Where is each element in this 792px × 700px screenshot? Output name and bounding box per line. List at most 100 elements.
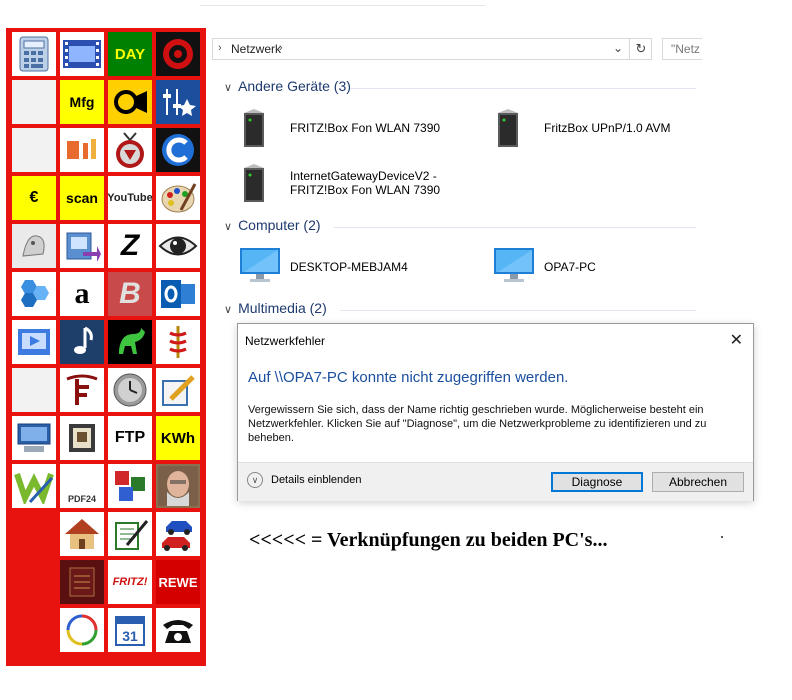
cars-shortcut[interactable]	[156, 512, 200, 556]
calculator-icon	[19, 36, 49, 72]
youtube-shortcut[interactable]: YouTube	[108, 176, 152, 220]
device-name[interactable]: FRITZ!Box Fon WLAN 7390	[290, 121, 440, 135]
scan-shortcut[interactable]: scan	[60, 176, 104, 220]
rewe-shortcut[interactable]: REWE	[156, 560, 200, 604]
computer-shortcut[interactable]	[12, 416, 56, 460]
media-shortcut[interactable]	[12, 320, 56, 364]
gimp-shortcut[interactable]	[12, 224, 56, 268]
group-header-other-devices[interactable]: ∨ Andere Geräte (3)	[224, 78, 351, 94]
home-shortcut[interactable]	[60, 512, 104, 556]
computer-name[interactable]: DESKTOP-MEBJAM4	[290, 260, 408, 274]
phone-shortcut[interactable]	[156, 608, 200, 652]
media-player-icon	[18, 329, 50, 355]
collapse-chevron-icon[interactable]: ∨	[224, 220, 232, 233]
music-shortcut[interactable]	[60, 320, 104, 364]
group-header-computer[interactable]: ∨ Computer (2)	[224, 217, 321, 233]
euro-shortcut[interactable]: €	[12, 176, 56, 220]
chevron-down-icon[interactable]: ∨	[247, 472, 263, 488]
b-label: B	[119, 277, 141, 310]
device-name[interactable]: InternetGatewayDeviceV2 -	[290, 169, 437, 183]
eye-icon	[158, 236, 198, 256]
office-icon	[67, 139, 96, 159]
dino-shortcut[interactable]	[108, 320, 152, 364]
computer-icon[interactable]	[238, 246, 282, 291]
book-shortcut[interactable]	[60, 560, 104, 604]
sync-shortcut[interactable]	[60, 608, 104, 652]
video-shortcut[interactable]	[60, 32, 104, 76]
collapse-chevron-icon[interactable]: ∨	[224, 81, 232, 94]
film-strip-icon	[63, 40, 101, 68]
refresh-icon[interactable]: ↻	[629, 39, 652, 59]
day-shortcut[interactable]: DAY	[108, 32, 152, 76]
w-logo-icon	[14, 473, 54, 504]
notepad-pencil-icon	[162, 375, 195, 406]
house-icon	[65, 519, 99, 549]
device-name[interactable]: FritzBox UPnP/1.0 AVM	[544, 121, 671, 135]
computer-icon[interactable]	[492, 246, 536, 291]
red-gear-icon	[163, 39, 193, 69]
dialog-title: Netzwerkfehler	[245, 334, 326, 348]
details-toggle[interactable]: Details einblenden	[271, 474, 362, 486]
calendar-shortcut[interactable]	[60, 416, 104, 460]
tv-shortcut[interactable]	[108, 128, 152, 172]
export-shortcut[interactable]	[60, 224, 104, 268]
dinosaur-icon	[119, 328, 145, 354]
b-shortcut[interactable]: B	[108, 272, 152, 316]
diagnose-button[interactable]: Diagnose	[551, 472, 643, 492]
post-shortcut[interactable]	[108, 80, 152, 124]
paint-shortcut[interactable]	[156, 176, 200, 220]
settings-shortcut[interactable]	[156, 80, 200, 124]
office-shortcut[interactable]	[60, 128, 104, 172]
mfg-shortcut[interactable]: Mfg	[60, 80, 104, 124]
z-shortcut[interactable]: Z	[108, 224, 152, 268]
pdf24-shortcut[interactable]: PDF24	[60, 464, 104, 508]
ccleaner-shortcut[interactable]	[156, 128, 200, 172]
group-title: Multimedia (2)	[238, 300, 327, 316]
outlook-shortcut[interactable]	[156, 272, 200, 316]
chevron-down-icon[interactable]: ⌄	[613, 41, 623, 55]
monitor-icon	[494, 248, 534, 282]
filezilla-shortcut[interactable]	[60, 368, 104, 412]
group-header-multimedia[interactable]: ∨ Multimedia (2)	[224, 300, 327, 316]
tools-shortcut[interactable]	[156, 32, 200, 76]
document-shortcut[interactable]	[108, 512, 152, 556]
cancel-button[interactable]: Abbrechen	[652, 472, 744, 492]
search-input[interactable]: "Netz	[662, 38, 702, 60]
ftp-shortcut[interactable]: FTP	[108, 416, 152, 460]
computer-name[interactable]: OPA7-PC	[544, 260, 596, 274]
music-note-icon	[74, 326, 93, 354]
dialog-message: Vergewissern Sie sich, dass der Name ric…	[248, 404, 707, 444]
editor-shortcut[interactable]	[12, 464, 56, 508]
amazon-shortcut[interactable]: a	[60, 272, 104, 316]
date-shortcut[interactable]: 31	[108, 608, 152, 652]
network-device-icon[interactable]	[242, 107, 266, 154]
telephone-icon	[163, 620, 193, 643]
network-shortcut[interactable]	[12, 272, 56, 316]
dialog-heading: Auf \\OPA7-PC konnte nicht zugegriffen w…	[248, 369, 569, 386]
network-device-icon[interactable]	[242, 162, 266, 209]
address-location[interactable]: Netzwerk	[231, 42, 281, 56]
device-tower-icon	[498, 109, 518, 147]
annotation-caption: <<<<< = Verknüpfungen zu beiden PC's...	[249, 529, 608, 551]
network-device-icon[interactable]	[496, 107, 520, 154]
scan-label: scan	[66, 190, 98, 206]
ftp-label: FTP	[114, 429, 146, 446]
fritz-shortcut[interactable]: FRITZ!	[108, 560, 152, 604]
collapse-chevron-icon[interactable]: ∨	[224, 303, 232, 316]
calculator-shortcut[interactable]	[12, 32, 56, 76]
medical-shortcut[interactable]	[156, 320, 200, 364]
photo-shortcut[interactable]	[156, 464, 200, 508]
cars-icon	[162, 521, 192, 551]
eye-shortcut[interactable]	[156, 224, 200, 268]
notes-shortcut[interactable]	[156, 368, 200, 412]
portrait-icon	[158, 466, 198, 506]
device-name-line2[interactable]: FRITZ!Box Fon WLAN 7390	[290, 183, 440, 197]
kwh-shortcut[interactable]: KWh	[156, 416, 200, 460]
color-ring-icon	[66, 614, 98, 646]
sliders-icon	[163, 89, 196, 116]
clock-shortcut[interactable]	[108, 368, 152, 412]
close-icon[interactable]: ✕	[730, 330, 743, 350]
breadcrumb-separator-icon[interactable]: ›	[279, 42, 283, 54]
blocks-shortcut[interactable]	[108, 464, 152, 508]
address-bar[interactable]: › Netzwerk › ⌄ ↻	[212, 38, 652, 60]
